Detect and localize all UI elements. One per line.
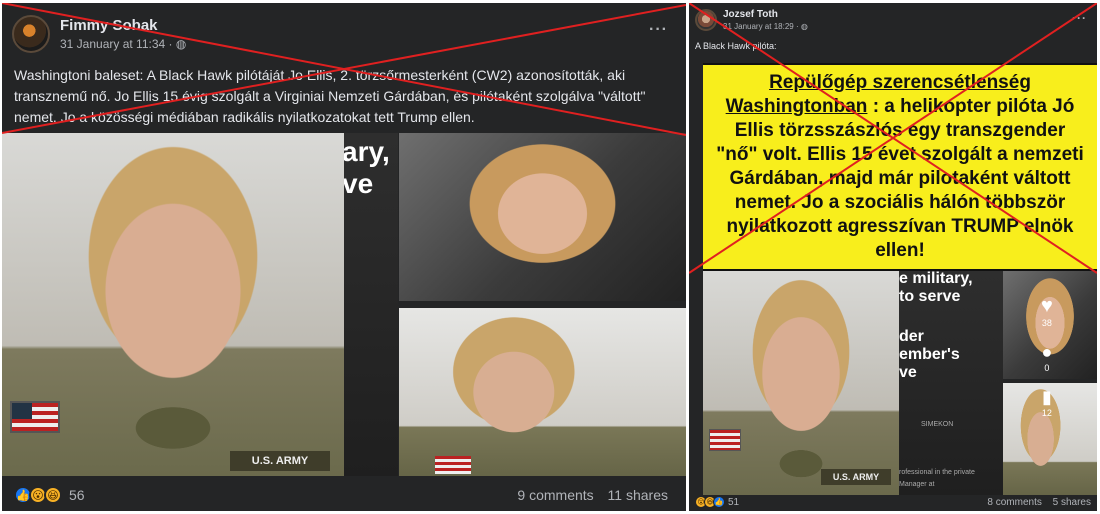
side-shares-count: 12: [1041, 408, 1052, 418]
reactions-summary[interactable]: 😮 😆 👍 51: [695, 496, 739, 508]
side-likes-count: 38: [1041, 318, 1052, 328]
post-date[interactable]: 31 January at 18:29: [723, 22, 794, 31]
yellow-text-banner: Repülőgép szerencsétlenség Washingtonban…: [703, 63, 1097, 271]
flag-patch: [10, 401, 60, 433]
reactions-count: 56: [69, 487, 85, 503]
screenshot-text-b: ve: [344, 168, 374, 199]
screen-text-5: ve: [899, 364, 917, 381]
screenshot-strip: e military, to serve der ember's ve SIME…: [899, 271, 1003, 495]
globe-icon: · ◍: [795, 22, 808, 31]
screen-small-1: SIMEKON: [921, 421, 954, 428]
screen-text-3: der: [899, 328, 924, 345]
right-post-header: Jozsef Toth 31 January at 18:29 · ◍: [695, 9, 808, 31]
flag-patch: [709, 429, 741, 451]
right-post-card: Jozsef Toth 31 January at 18:29 · ◍ ··· …: [689, 3, 1097, 511]
more-options-button[interactable]: ···: [1072, 11, 1087, 25]
more-options-button[interactable]: ···: [649, 21, 668, 39]
author-name[interactable]: Jozsef Toth: [723, 9, 808, 20]
comment-bubble-icon[interactable]: ●: [1042, 342, 1053, 363]
banner-body: : a helikopter pilóta Jó Ellis törzsszás…: [716, 96, 1084, 261]
soldier-photo-main[interactable]: U.S. ARMY: [2, 133, 344, 476]
banner-title-2: Washingtonban: [725, 96, 868, 117]
flag-patch-small: [435, 456, 471, 474]
banner-title: Repülőgép szerencsétlenség: [769, 72, 1031, 93]
side-comments-count: 0: [1044, 363, 1050, 373]
haha-reaction-icon: 😆: [44, 486, 62, 504]
reactions-count: 51: [728, 496, 740, 508]
author-avatar[interactable]: [695, 9, 717, 31]
post-intro-text: A Black Hawk pilóta:: [695, 41, 777, 51]
shares-link[interactable]: 11 shares: [608, 487, 668, 503]
globe-icon: · ◍: [168, 37, 187, 51]
soldier-photo-second[interactable]: [399, 308, 686, 476]
left-post-header: Fimmy Sobak 31 January at 11:34 · ◍: [12, 15, 186, 53]
screen-text-1: e military,: [899, 271, 973, 287]
army-nametape: U.S. ARMY: [230, 451, 330, 471]
author-avatar[interactable]: [12, 15, 50, 53]
shares-link[interactable]: 5 shares: [1053, 497, 1091, 508]
screenshot-strip: ary, ve: [344, 133, 398, 476]
left-post-card: Fimmy Sobak 31 January at 11:34 · ◍ ··· …: [2, 3, 686, 511]
screenshot-text-a: ary,: [344, 136, 390, 167]
reactions-summary[interactable]: 👍 😮 😆 56: [14, 486, 85, 504]
soldier-photo-main[interactable]: U.S. ARMY: [703, 271, 899, 495]
like-reaction-icon: 👍: [713, 496, 725, 508]
reel-side-actions: ♥ 38 ● 0 ▮ 12: [1041, 295, 1053, 418]
screen-text-4: ember's: [899, 346, 960, 363]
comments-link[interactable]: 8 comments: [987, 497, 1041, 508]
post-date[interactable]: 31 January at 11:34: [60, 37, 165, 51]
heart-icon[interactable]: ♥: [1041, 295, 1053, 318]
screen-text-2: to serve: [899, 288, 961, 305]
comments-link[interactable]: 9 comments: [517, 487, 593, 503]
selfie-photo[interactable]: [399, 133, 686, 301]
post-stats: 9 comments 11 shares: [517, 487, 668, 503]
post-text: Washingtoni baleset: A Black Hawk pilótá…: [14, 67, 646, 125]
army-nametape: U.S. ARMY: [821, 469, 891, 485]
post-stats: 8 comments 5 shares: [987, 497, 1091, 508]
screen-small-3: Manager at: [899, 481, 935, 488]
screen-small-2: rofessional in the private: [899, 469, 975, 476]
bookmark-icon[interactable]: ▮: [1042, 387, 1052, 408]
author-name[interactable]: Fimmy Sobak: [60, 17, 186, 34]
